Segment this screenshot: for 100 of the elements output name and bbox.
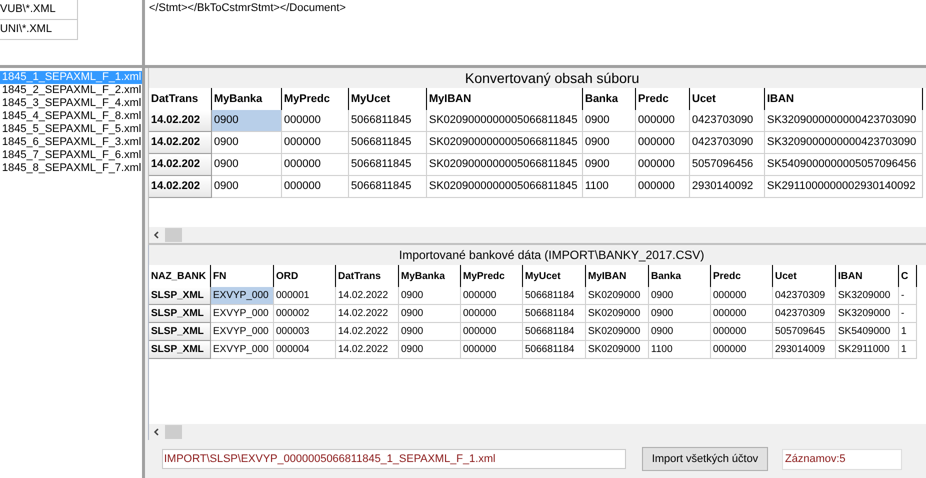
table-cell: 14.02.2022 [336,305,399,323]
table-cell: 000000 [636,110,690,132]
table-cell: 14.02.2022 [336,323,399,341]
table-cell: SK3209000 [836,305,899,323]
table-cell: 0900 [649,305,711,323]
table-cell: 0900 [399,305,461,323]
table-cell: EXVYP_000 [211,323,274,341]
table-cell: 0423703090 [690,132,765,154]
table-cell: 506681184 [523,341,586,359]
file-item[interactable]: 1845_7_SEPAXML_F_6.xml [0,149,142,162]
table-cell: 5066811845 [349,132,427,154]
table-cell: EXVYP_000 [211,305,274,323]
table-cell: 0900 [399,341,461,359]
table-cell: 000000 [711,323,773,341]
table-cell: 0900 [583,154,636,176]
table-cell: SK0209000 [586,305,649,323]
table-cell: - [899,305,917,323]
xml-preview: </Stmt></BkToCstmrStmt></Document> [145,0,926,65]
table-cell: 0900 [212,132,282,154]
mask-row[interactable]: UNI\*.XML [0,20,78,40]
section-title: Konvertovaný obsah súboru [464,68,640,88]
row-header[interactable]: 14.02.202 [149,110,212,132]
table-cell: - [899,287,917,305]
table-cell: SK0209000 [586,341,649,359]
table-cell: SK5409000000005057096456 [765,154,923,176]
file-item[interactable]: 1845_4_SEPAXML_F_8.xml [0,110,142,123]
table-cell: 000000 [282,176,349,198]
file-item[interactable]: 1845_8_SEPAXML_F_7.xml [0,162,142,175]
file-item[interactable]: 1845_3_SEPAXML_F_4.xml [0,97,142,110]
table-cell: 293014009 [773,341,836,359]
table-cell: 1 [899,341,917,359]
table-cell: EXVYP_000 [211,341,274,359]
table-cell: SK0209000000005066811845 [427,176,583,198]
table-cell: SK2911000 [836,341,899,359]
row-header[interactable]: SLSP_XML [149,341,211,359]
table-cell: 000000 [711,305,773,323]
table-cell: 14.02.2022 [336,341,399,359]
table-cell: 0900 [212,176,282,198]
table-cell: SK2911000000002930140092 [765,176,923,198]
table-cell: 042370309 [773,305,836,323]
row-header[interactable]: 14.02.202 [149,176,212,198]
table-cell: 5057096456 [690,154,765,176]
table-cell: 0900 [649,287,711,305]
table-cell: EXVYP_000 [211,287,274,305]
path-field[interactable]: IMPORT\SLSP\EXVYP_0000005066811845_1_SEPAXML_F_1.xml [162,449,626,469]
table-cell: 14.02.2022 [336,287,399,305]
file-item[interactable]: 1845_6_SEPAXML_F_3.xml [0,136,142,149]
table-cell: 000000 [282,110,349,132]
table-cell: 0900 [212,110,282,132]
row-header[interactable]: SLSP_XML [149,305,211,323]
table-cell: 000000 [461,323,523,341]
table-cell: 000000 [461,341,523,359]
table-cell: 000000 [636,154,690,176]
table-cell: 000000 [711,341,773,359]
table-cell: 0900 [583,132,636,154]
table-cell: SK0209000000005066811845 [427,132,583,154]
table-cell: 000000 [282,132,349,154]
row-header[interactable]: SLSP_XML [149,323,211,341]
table-cell: 1100 [649,341,711,359]
table-cell: SK3209000000000423703090 [765,132,923,154]
scroll-thumb[interactable] [165,425,182,439]
table-cell: 506681184 [523,305,586,323]
row-header[interactable]: 14.02.202 [149,132,212,154]
table-cell: 042370309 [773,287,836,305]
table-cell: 1 [899,323,917,341]
table-cell: 5066811845 [349,154,427,176]
section-title: Importované bankové dáta (IMPORT\BANKY_2017.CSV) [398,247,706,264]
table-cell: 0900 [399,287,461,305]
table-cell: 2930140092 [690,176,765,198]
table-cell: 000001 [274,287,336,305]
table-cell: SK0209000000005066811845 [427,110,583,132]
table-cell: 000000 [636,176,690,198]
table-cell: SK3209000000000423703090 [765,110,923,132]
table-cell: 000004 [274,341,336,359]
table-cell: 5066811845 [349,176,427,198]
import-button[interactable]: Import všetkých účtov [642,447,768,471]
mask-row[interactable]: VUB\*.XML [0,0,78,20]
table-cell: SK5409000 [836,323,899,341]
table-cell: 000000 [282,154,349,176]
table-cell: 000000 [636,132,690,154]
table-cell: SK3209000 [836,287,899,305]
file-item[interactable]: 1845_2_SEPAXML_F_2.xml [0,84,142,97]
row-header[interactable]: 14.02.202 [149,154,212,176]
table-cell: 000000 [461,287,523,305]
table-cell: 000000 [711,287,773,305]
table-cell: SK0209000 [586,323,649,341]
table-cell: 505709645 [773,323,836,341]
table-cell: 5066811845 [349,110,427,132]
table-cell: 0900 [649,323,711,341]
file-item[interactable]: 1845_5_SEPAXML_F_5.xml [0,123,142,136]
table-cell: 000002 [274,305,336,323]
table-cell: 506681184 [523,323,586,341]
table-cell: 0900 [399,323,461,341]
table-cell: 506681184 [523,287,586,305]
scroll-thumb[interactable] [165,228,182,242]
table-cell: SK0209000000005066811845 [427,154,583,176]
table-cell: 000003 [274,323,336,341]
row-header[interactable]: SLSP_XML [149,287,211,305]
table-cell: 1100 [583,176,636,198]
table-cell: SK0209000 [586,287,649,305]
